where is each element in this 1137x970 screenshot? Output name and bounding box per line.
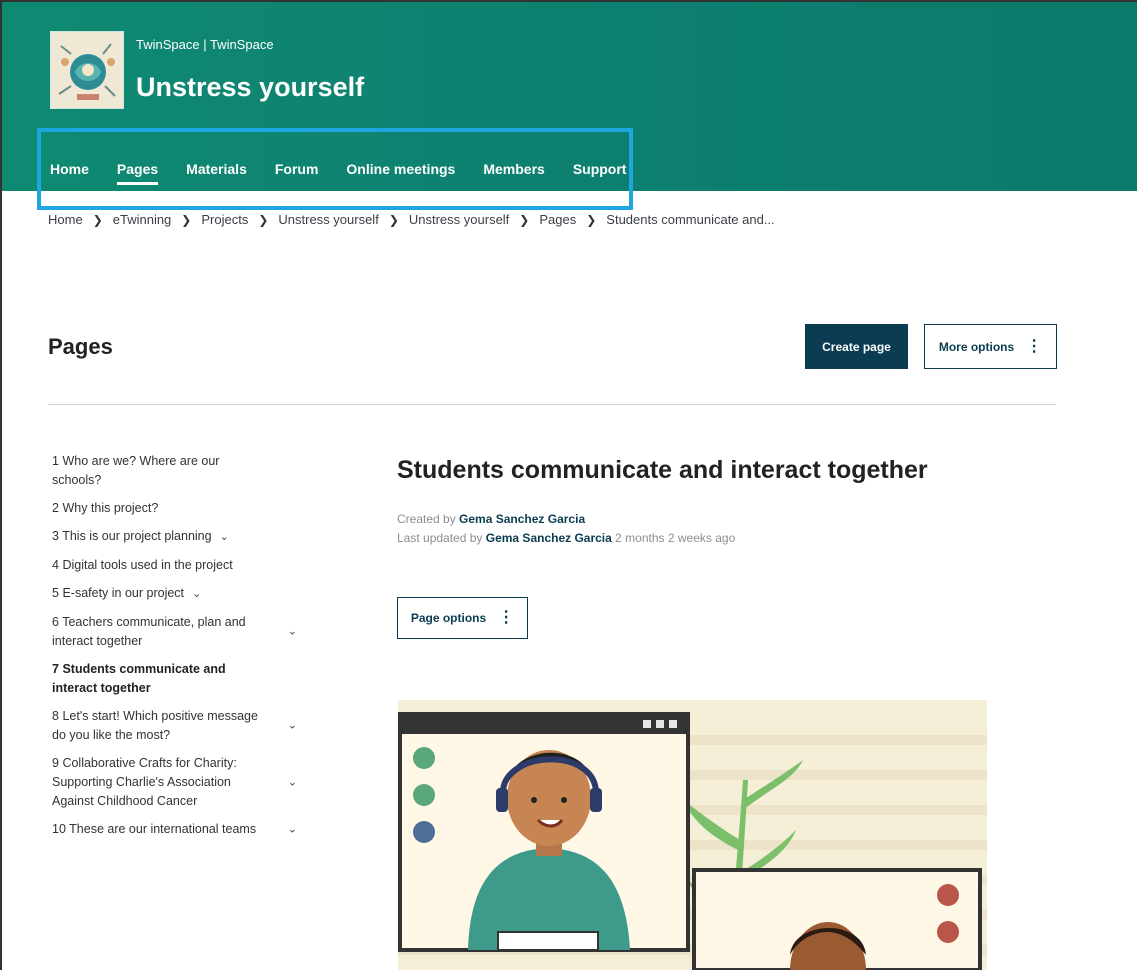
main-nav: Home Pages Materials Forum Online meetin…: [50, 157, 654, 191]
sidebar-item-label: 7 Students communicate and interact toge…: [52, 662, 226, 695]
chevron-right-icon: ❯: [181, 212, 192, 227]
pages-sidebar: 1 Who are we? Where are our schools? 2 W…: [52, 452, 307, 848]
sidebar-item-label: 6 Teachers communicate, plan and interac…: [52, 615, 246, 648]
chevron-right-icon: ❯: [388, 212, 399, 227]
nav-forum[interactable]: Forum: [275, 157, 319, 191]
created-line: Created by Gema Sanchez Garcia: [397, 512, 586, 526]
nav-online-meetings[interactable]: Online meetings: [346, 157, 455, 191]
page-options-button[interactable]: Page options ⋮: [397, 597, 528, 639]
sidebar-item-3[interactable]: 3 This is our project planning ⌄: [52, 527, 307, 547]
sidebar-item-label: 10 These are our international teams: [52, 822, 257, 836]
article-meta: Created by Gema Sanchez Garcia Last upda…: [397, 510, 735, 548]
site-subtitle[interactable]: TwinSpace | TwinSpace: [136, 37, 274, 52]
project-logo[interactable]: [50, 31, 124, 109]
article-title: Students communicate and interact togeth…: [397, 456, 928, 484]
kebab-menu-icon: ⋮: [498, 609, 515, 626]
created-by-author-link[interactable]: Gema Sanchez Garcia: [459, 512, 585, 526]
breadcrumb-pages[interactable]: Pages: [539, 212, 576, 227]
breadcrumb-twinspace[interactable]: Unstress yourself: [409, 212, 509, 227]
sidebar-item-1[interactable]: 1 Who are we? Where are our schools?: [52, 452, 307, 490]
sidebar-item-label: 2 Why this project?: [52, 501, 159, 515]
sidebar-item-7-active[interactable]: 7 Students communicate and interact toge…: [52, 660, 307, 698]
sidebar-item-label: 4 Digital tools used in the project: [52, 558, 233, 572]
breadcrumb-etwinning[interactable]: eTwinning: [113, 212, 172, 227]
page-options-label: Page options: [410, 611, 487, 625]
sidebar-item-9[interactable]: 9 Collaborative Crafts for Charity: Supp…: [52, 754, 307, 811]
nav-materials[interactable]: Materials: [186, 157, 247, 191]
chevron-down-icon[interactable]: ⌄: [288, 773, 297, 792]
more-options-label: More options: [938, 339, 1015, 354]
sidebar-item-6[interactable]: 6 Teachers communicate, plan and interac…: [52, 613, 307, 651]
chevron-down-icon[interactable]: ⌄: [288, 717, 297, 736]
chevron-down-icon[interactable]: ⌄: [192, 588, 201, 600]
section-divider: [48, 404, 1056, 405]
sidebar-item-label: 9 Collaborative Crafts for Charity: Supp…: [52, 756, 237, 808]
updated-line: Last updated by Gema Sanchez Garcia 2 mo…: [397, 531, 736, 545]
nav-pages[interactable]: Pages: [116, 157, 159, 191]
chevron-right-icon: ❯: [92, 212, 103, 227]
chevron-down-icon[interactable]: ⌄: [288, 820, 297, 839]
sidebar-item-label: 3 This is our project planning ⌄: [52, 529, 229, 543]
sidebar-item-label: 8 Let's start! Which positive message do…: [52, 709, 258, 742]
chevron-right-icon: ❯: [586, 212, 597, 227]
site-header: TwinSpace | TwinSpace Unstress yourself …: [2, 2, 1137, 191]
site-title[interactable]: Unstress yourself: [136, 72, 364, 103]
breadcrumb-current: Students communicate and...: [606, 212, 775, 227]
chevron-down-icon[interactable]: ⌄: [220, 531, 229, 543]
chevron-down-icon[interactable]: ⌄: [288, 623, 297, 642]
sidebar-item-10[interactable]: 10 These are our international teams ⌄: [52, 820, 307, 839]
chevron-right-icon: ❯: [519, 212, 530, 227]
pages-heading: Pages: [48, 334, 113, 359]
sidebar-item-label: 5 E-safety in our project ⌄: [52, 586, 202, 600]
sidebar-item-label: 1 Who are we? Where are our schools?: [52, 454, 220, 487]
chevron-right-icon: ❯: [258, 212, 269, 227]
breadcrumb: Home ❯ eTwinning ❯ Projects ❯ Unstress y…: [48, 212, 775, 227]
create-page-button[interactable]: Create page: [805, 324, 908, 369]
nav-support[interactable]: Support: [573, 157, 627, 191]
kebab-menu-icon: ⋮: [1026, 337, 1043, 355]
nav-home[interactable]: Home: [50, 157, 89, 191]
video-call-illustration: [398, 700, 987, 970]
nav-members[interactable]: Members: [483, 157, 544, 191]
updated-by-author-link[interactable]: Gema Sanchez Garcia: [486, 531, 612, 545]
sidebar-item-8[interactable]: 8 Let's start! Which positive message do…: [52, 707, 307, 745]
updated-ago: 2 months 2 weeks ago: [615, 531, 736, 545]
sidebar-item-2[interactable]: 2 Why this project?: [52, 499, 307, 518]
more-options-button[interactable]: More options ⋮: [924, 324, 1057, 369]
breadcrumb-projects[interactable]: Projects: [201, 212, 248, 227]
sidebar-item-4[interactable]: 4 Digital tools used in the project: [52, 556, 307, 575]
breadcrumb-project[interactable]: Unstress yourself: [278, 212, 378, 227]
breadcrumb-home[interactable]: Home: [48, 212, 83, 227]
sidebar-item-5[interactable]: 5 E-safety in our project ⌄: [52, 584, 307, 604]
